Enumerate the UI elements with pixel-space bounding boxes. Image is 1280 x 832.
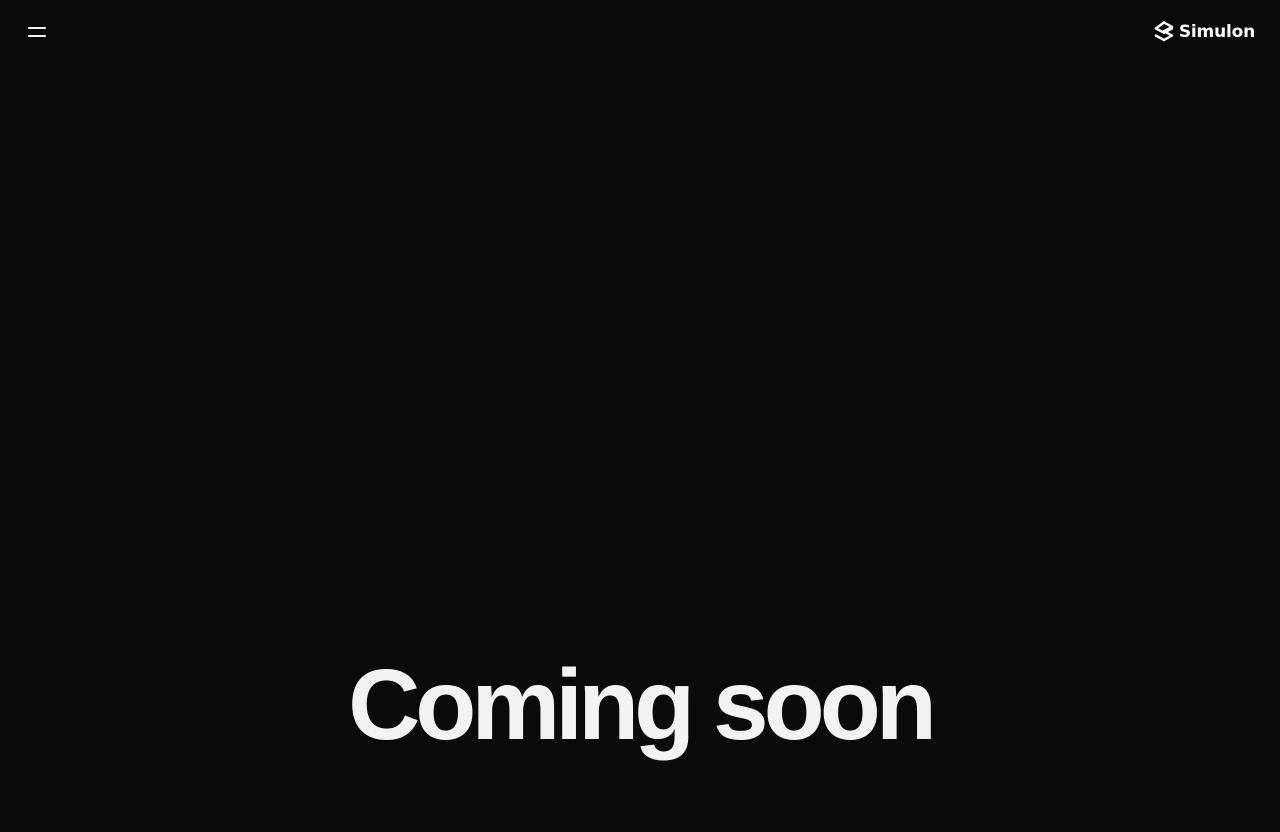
simulon-logo-icon xyxy=(1154,21,1174,42)
page-headline: Coming soon xyxy=(348,649,937,761)
hamburger-menu-icon xyxy=(28,27,46,29)
brand-name: Simulon xyxy=(1178,22,1255,42)
hamburger-menu-icon-lower-bar xyxy=(28,35,46,37)
brand-logo-link[interactable]: Simulon xyxy=(1154,20,1255,44)
menu-button[interactable] xyxy=(22,18,52,46)
